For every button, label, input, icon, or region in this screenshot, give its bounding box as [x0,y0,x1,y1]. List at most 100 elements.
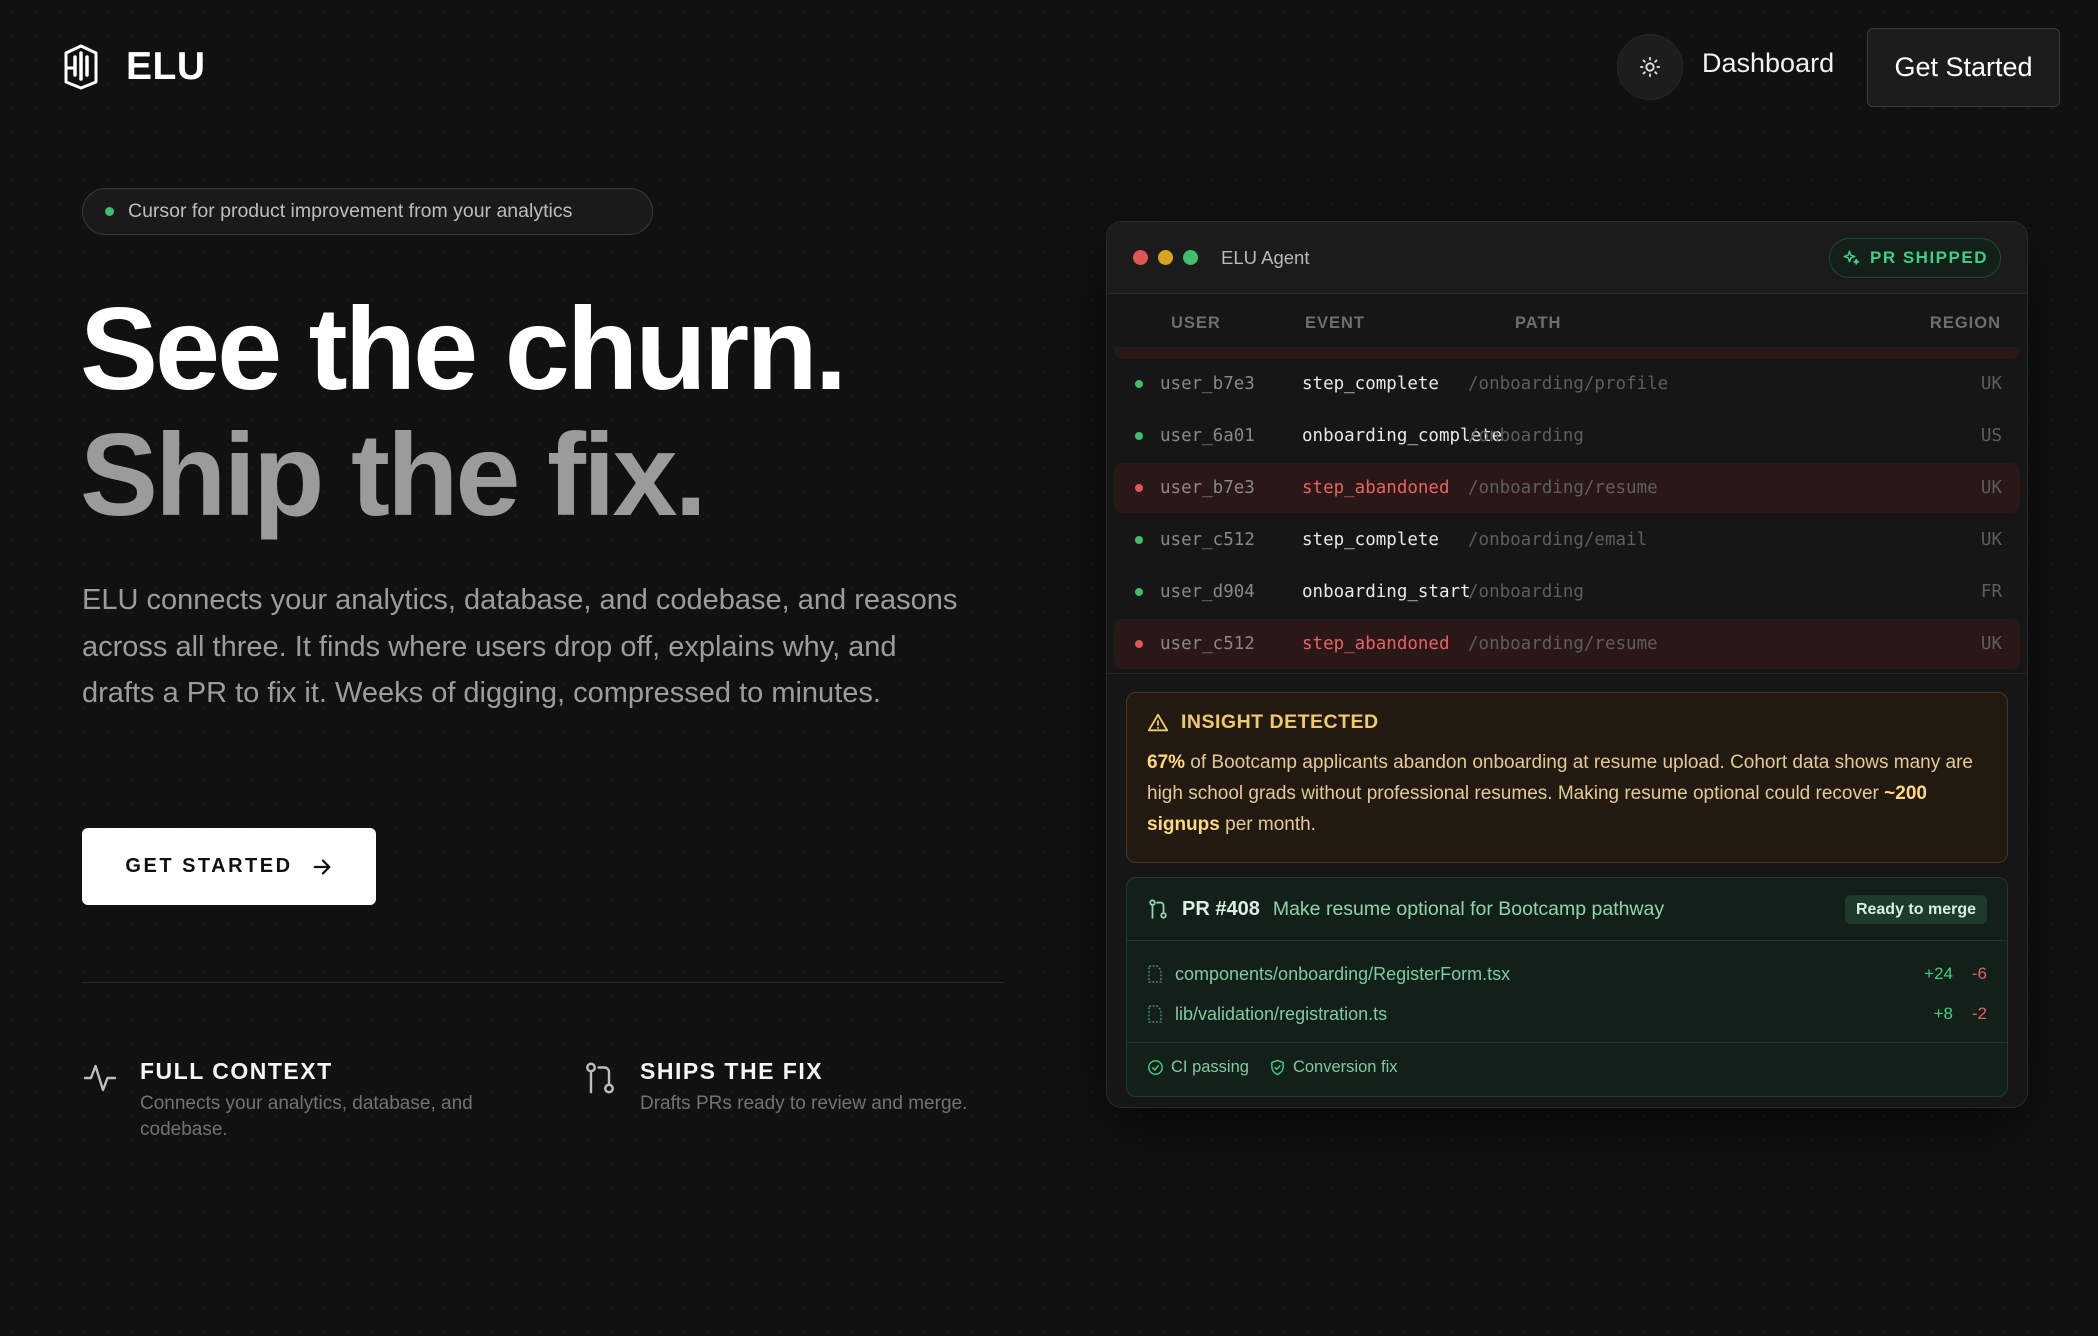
headline-line-1: See the churn. [80,283,847,414]
events-table-body: user_b7e3 step_complete/onboarding/profil… [1107,359,2027,669]
ready-to-merge-badge: Ready to merge [1844,895,1987,924]
feature-description: Connects your analytics, database, and c… [140,1093,473,1140]
event-path: /onboarding/resume [1468,634,1658,654]
event-row-alert[interactable]: user_b7e3 step_abandoned/onboarding/resum… [1114,463,2020,513]
event-user: user_c512 [1160,530,1255,550]
event-user: user_d904 [1160,582,1255,602]
event-row[interactable]: user_d904 onboarding_start/onboarding FR [1114,567,2020,617]
event-row-alert[interactable]: user_c512 step_abandoned/onboarding/resum… [1114,619,2020,669]
insight-body: 67% of Bootcamp applicants abandon onboa… [1147,747,1987,840]
pr-title[interactable]: Make resume optional for Bootcamp pathwa… [1273,898,1664,921]
theme-toggle-button[interactable] [1617,34,1683,100]
pr-file-deletions: -6 [1971,964,1987,983]
event-status-dot [1135,484,1143,492]
event-region: UK [1980,374,2002,394]
event-name: step_abandoned [1302,478,1450,498]
column-header-user: USER [1171,314,1221,332]
cta-label: GET STARTED [125,855,293,877]
check-label: CI passing [1171,1058,1249,1076]
event-status-dot [1135,588,1143,596]
feature-description: Drafts PRs ready to review and merge. [640,1093,968,1114]
headline-line-2: Ship the fix. [80,409,707,540]
ci-passing-check: CI passing [1147,1058,1249,1077]
feature-ships-the-fix: SHIPS THE FIX Drafts PRs ready to review… [582,1058,967,1117]
sun-icon [1639,56,1661,78]
event-row[interactable]: user_b7e3 step_complete/onboarding/profil… [1114,359,2020,409]
warning-triangle-icon [1147,713,1169,731]
event-row[interactable]: user_c512 step_complete/onboarding/email U… [1114,515,2020,565]
status-dot [105,207,114,216]
insight-text-2: per month. [1219,814,1316,835]
event-name: step_complete [1302,374,1439,394]
file-code-icon [1148,965,1162,983]
nav-get-started-button[interactable]: Get Started [1867,28,2060,107]
git-pull-request-icon [1149,899,1167,919]
feature-title: FULL CONTEXT [140,1058,333,1084]
event-user: user_c512 [1160,634,1255,654]
agent-panel: ELU Agent PR SHIPPED USER EVENT PATH REG… [1106,221,2028,1108]
nav-dashboard-link[interactable]: Dashboard [1702,48,1834,79]
event-path: /onboarding [1468,426,1584,446]
pr-file-additions: +8 [1933,1004,1953,1023]
event-region: UK [1980,634,2002,654]
pr-shipped-badge: PR SHIPPED [1829,238,2001,278]
pr-number: PR #408 [1182,897,1260,920]
insight-title: INSIGHT DETECTED [1181,711,1379,733]
agent-panel-title: ELU Agent [1221,246,1310,268]
feature-title: SHIPS THE FIX [640,1058,824,1084]
window-maximize-dot[interactable] [1183,250,1198,265]
table-divider [1107,673,2027,674]
column-header-path: PATH [1515,314,1562,332]
hero-headline: See the churn. Ship the fix. [80,283,847,540]
window-minimize-dot[interactable] [1158,250,1173,265]
event-path: /onboarding [1468,582,1584,602]
check-circle-icon [1148,1060,1163,1075]
get-started-cta-button[interactable]: GET STARTED [82,828,376,905]
event-region: UK [1980,478,2002,498]
insight-card: INSIGHT DETECTED 67% of Bootcamp applica… [1126,692,2008,863]
file-code-icon [1148,1005,1162,1023]
event-status-dot [1135,536,1143,544]
event-user: user_b7e3 [1160,478,1255,498]
pr-file-item[interactable]: lib/validation/registration.ts +8 -2 [1127,994,2007,1034]
feature-full-context: FULL CONTEXT Connects your analytics, da… [82,1058,540,1143]
event-region: UK [1980,530,2002,550]
elu-logo-icon [64,44,98,90]
event-user: user_b7e3 [1160,374,1255,394]
event-path: /onboarding/resume [1468,478,1658,498]
section-divider [82,982,1004,983]
brand-logo[interactable]: ELU [60,44,206,90]
arrow-right-icon [313,858,330,875]
pr-file-item[interactable]: components/onboarding/RegisterForm.tsx +… [1127,954,2007,994]
insight-header: INSIGHT DETECTED [1147,711,1987,734]
pr-file-path: lib/validation/registration.ts [1175,1003,1388,1024]
pr-shipped-label: PR SHIPPED [1870,248,1988,267]
pr-file-path: components/onboarding/RegisterForm.tsx [1175,963,1511,984]
event-row[interactable]: user_6a01 onboarding_complete/onboarding U… [1114,411,2020,461]
activity-icon [83,1064,117,1092]
window-close-dot[interactable] [1133,250,1148,265]
git-pull-request-icon [586,1062,614,1094]
event-path: /onboarding/email [1468,530,1648,550]
event-status-dot [1135,640,1143,648]
hero-badge-text: Cursor for product improvement from your… [128,200,573,222]
brand-name: ELU [126,45,206,88]
pr-file-additions: +24 [1924,964,1953,983]
hero-badge: Cursor for product improvement from your… [82,188,653,235]
insight-stat: 67% [1147,752,1186,773]
events-table-header: USER EVENT PATH REGION [1107,294,2027,349]
column-header-event: EVENT [1305,314,1366,332]
event-status-dot [1135,380,1143,388]
event-name: step_abandoned [1302,634,1450,654]
pr-checks: CI passing Conversion fix [1127,1043,2007,1092]
event-path: /onboarding/profile [1468,374,1669,394]
sparkles-icon [1843,250,1860,265]
shield-check-icon [1271,1059,1284,1076]
pr-header: PR #408 Make resume optional for Bootcam… [1127,878,2007,941]
pull-request-card[interactable]: PR #408 Make resume optional for Bootcam… [1126,877,2008,1097]
event-region: US [1980,426,2002,446]
hero-description: ELU connects your analytics, database, a… [82,584,958,709]
pr-file-list: components/onboarding/RegisterForm.tsx +… [1127,941,2007,1043]
event-name: onboarding_start [1302,582,1471,602]
check-label: Conversion fix [1292,1058,1398,1076]
